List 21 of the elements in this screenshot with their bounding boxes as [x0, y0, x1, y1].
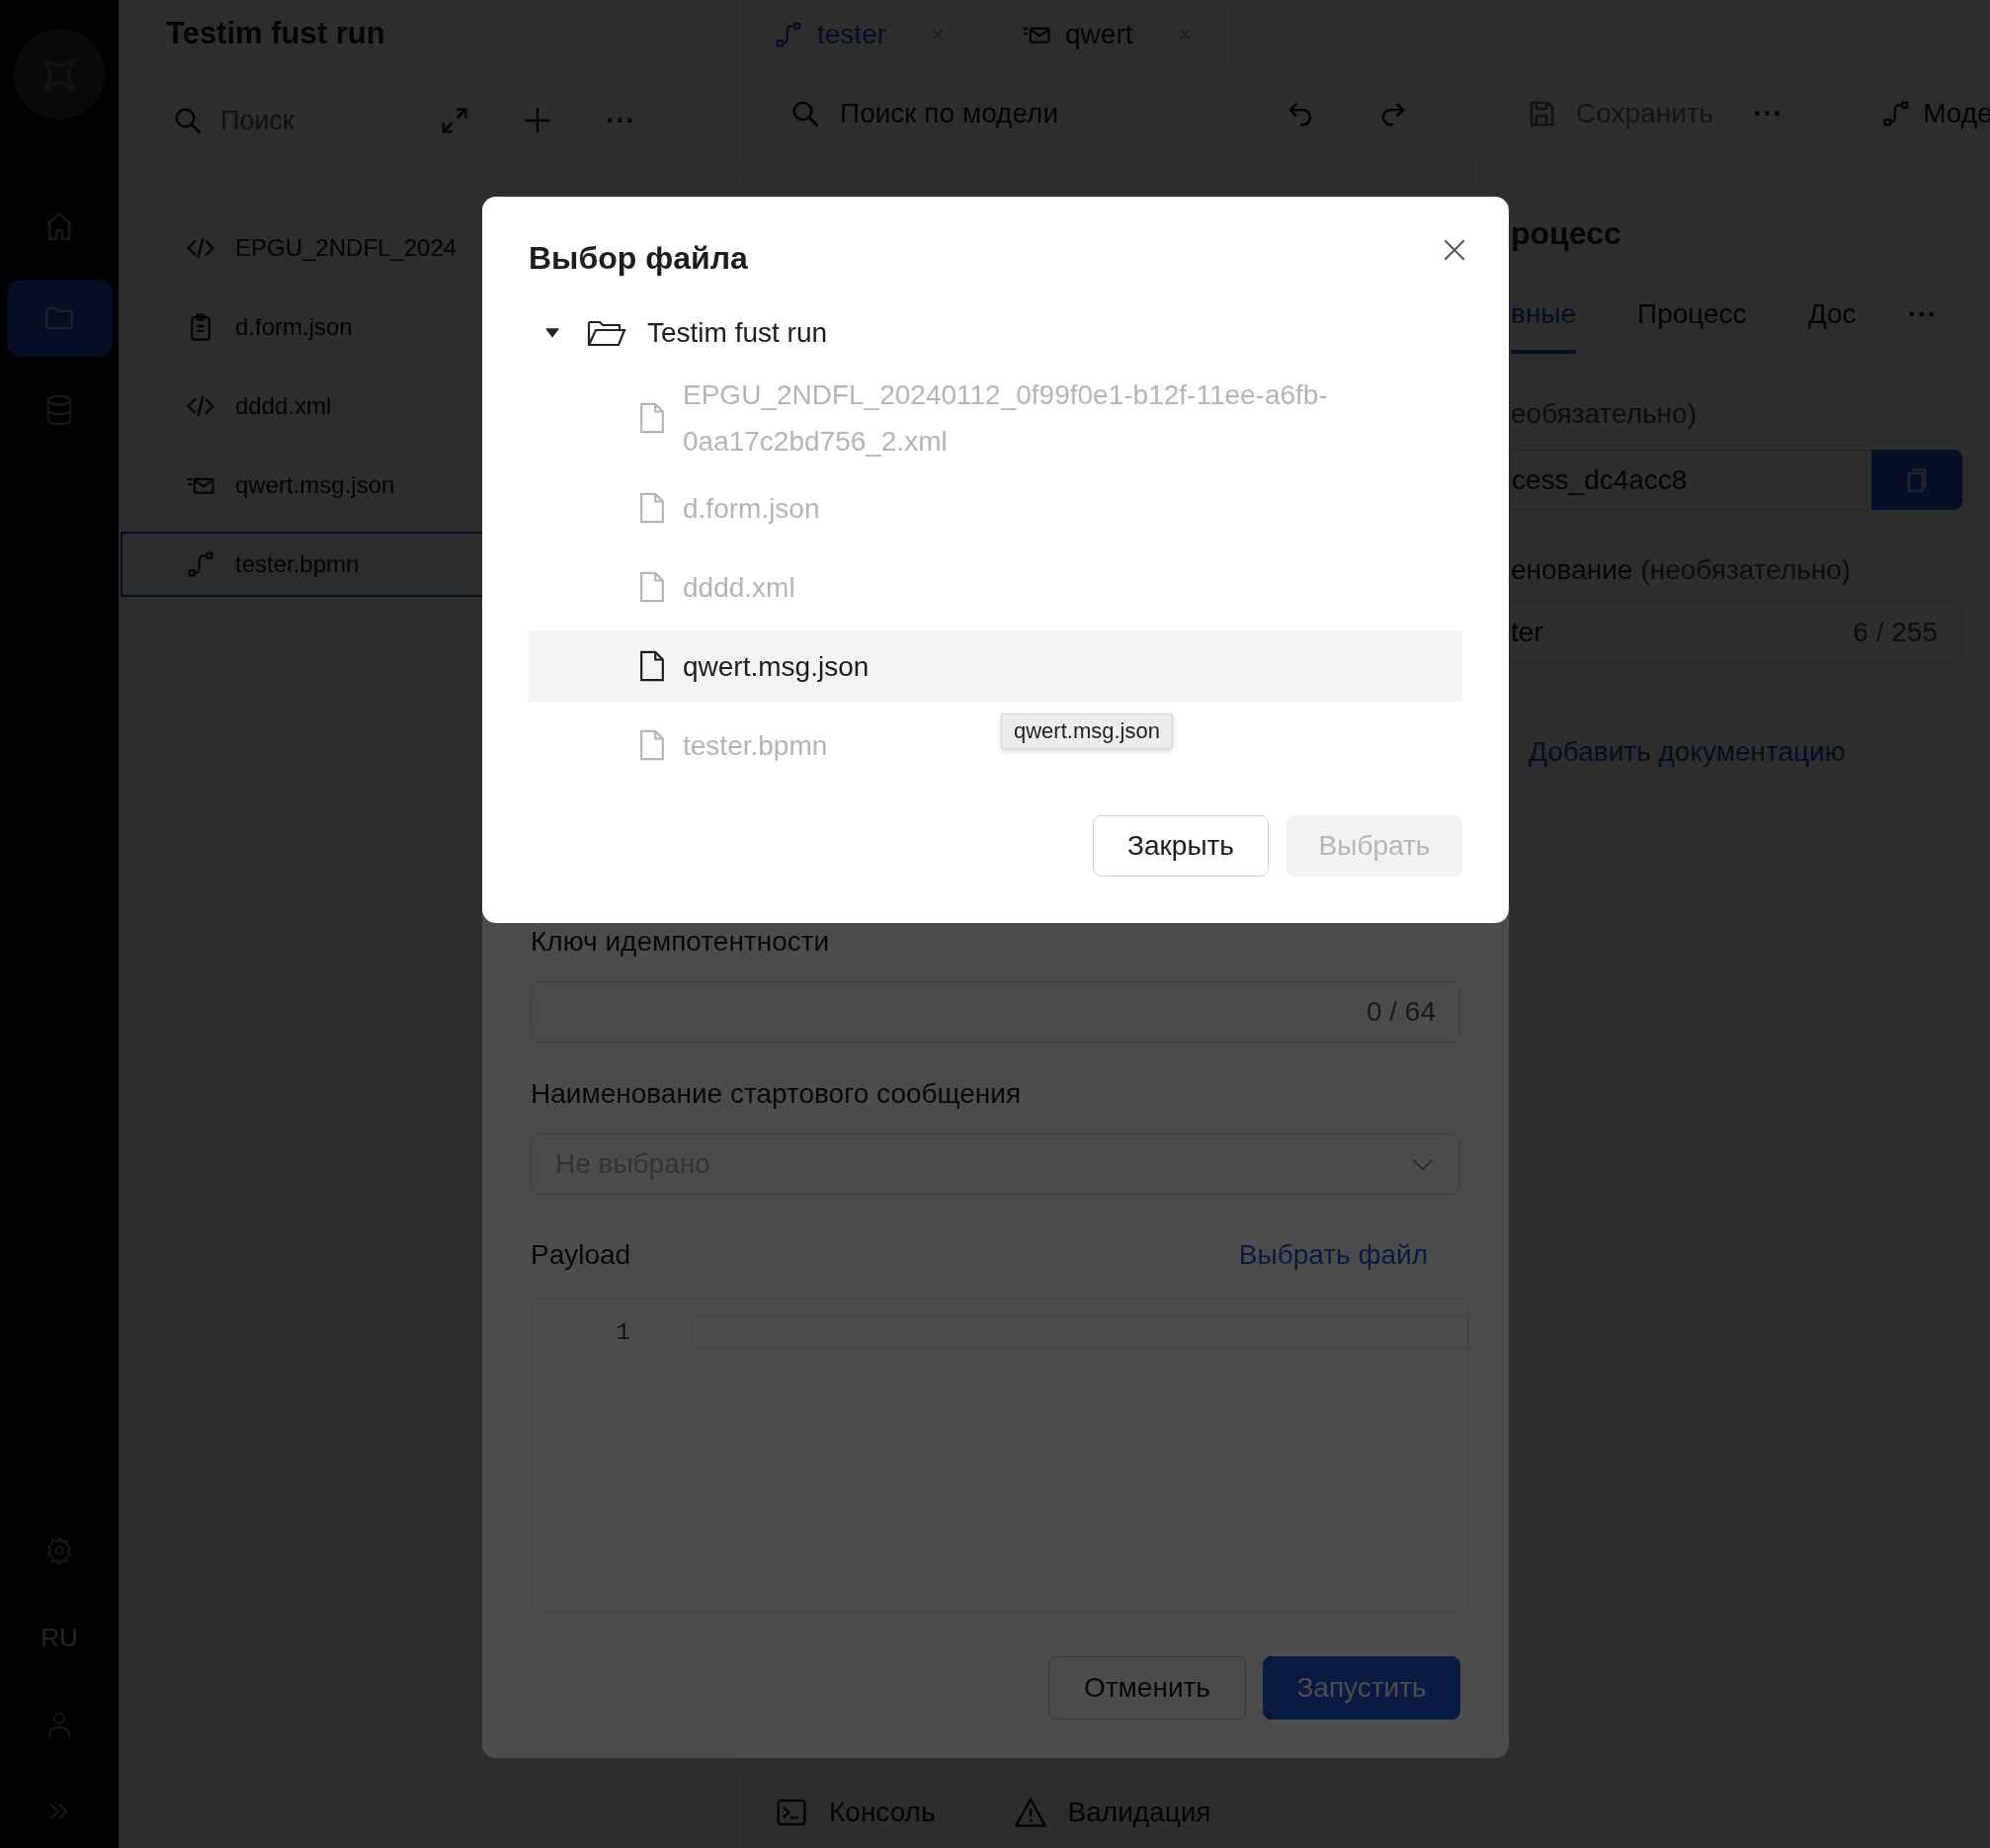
dialog-title: Выбор файла: [529, 239, 748, 278]
field-label: Payload: [531, 1239, 631, 1271]
folder-node[interactable]: Testim fust run: [529, 302, 1462, 364]
document-icon: [639, 649, 665, 683]
document-icon: [639, 570, 665, 604]
caret-icon[interactable]: [545, 328, 559, 338]
document-icon: [639, 491, 665, 525]
more-button[interactable]: ···: [606, 104, 635, 137]
choose-file-link[interactable]: Выбрать файл: [1238, 1239, 1428, 1271]
field-label: Ключ идемпотентности: [531, 925, 831, 959]
document-icon: [639, 728, 665, 762]
file-node[interactable]: qwert.msg.json: [529, 630, 1462, 702]
folder-icon: [587, 318, 626, 348]
close-icon[interactable]: [1442, 237, 1467, 263]
more-button[interactable]: ···: [1753, 97, 1783, 130]
more-button[interactable]: ···: [1907, 297, 1938, 355]
document-icon: [639, 401, 665, 435]
close-button[interactable]: Закрыть: [1093, 815, 1269, 877]
field-label: Наименование стартового сообщения: [531, 1077, 1023, 1111]
tooltip: qwert.msg.json: [1001, 714, 1173, 749]
line-number: 1: [615, 1318, 630, 1346]
